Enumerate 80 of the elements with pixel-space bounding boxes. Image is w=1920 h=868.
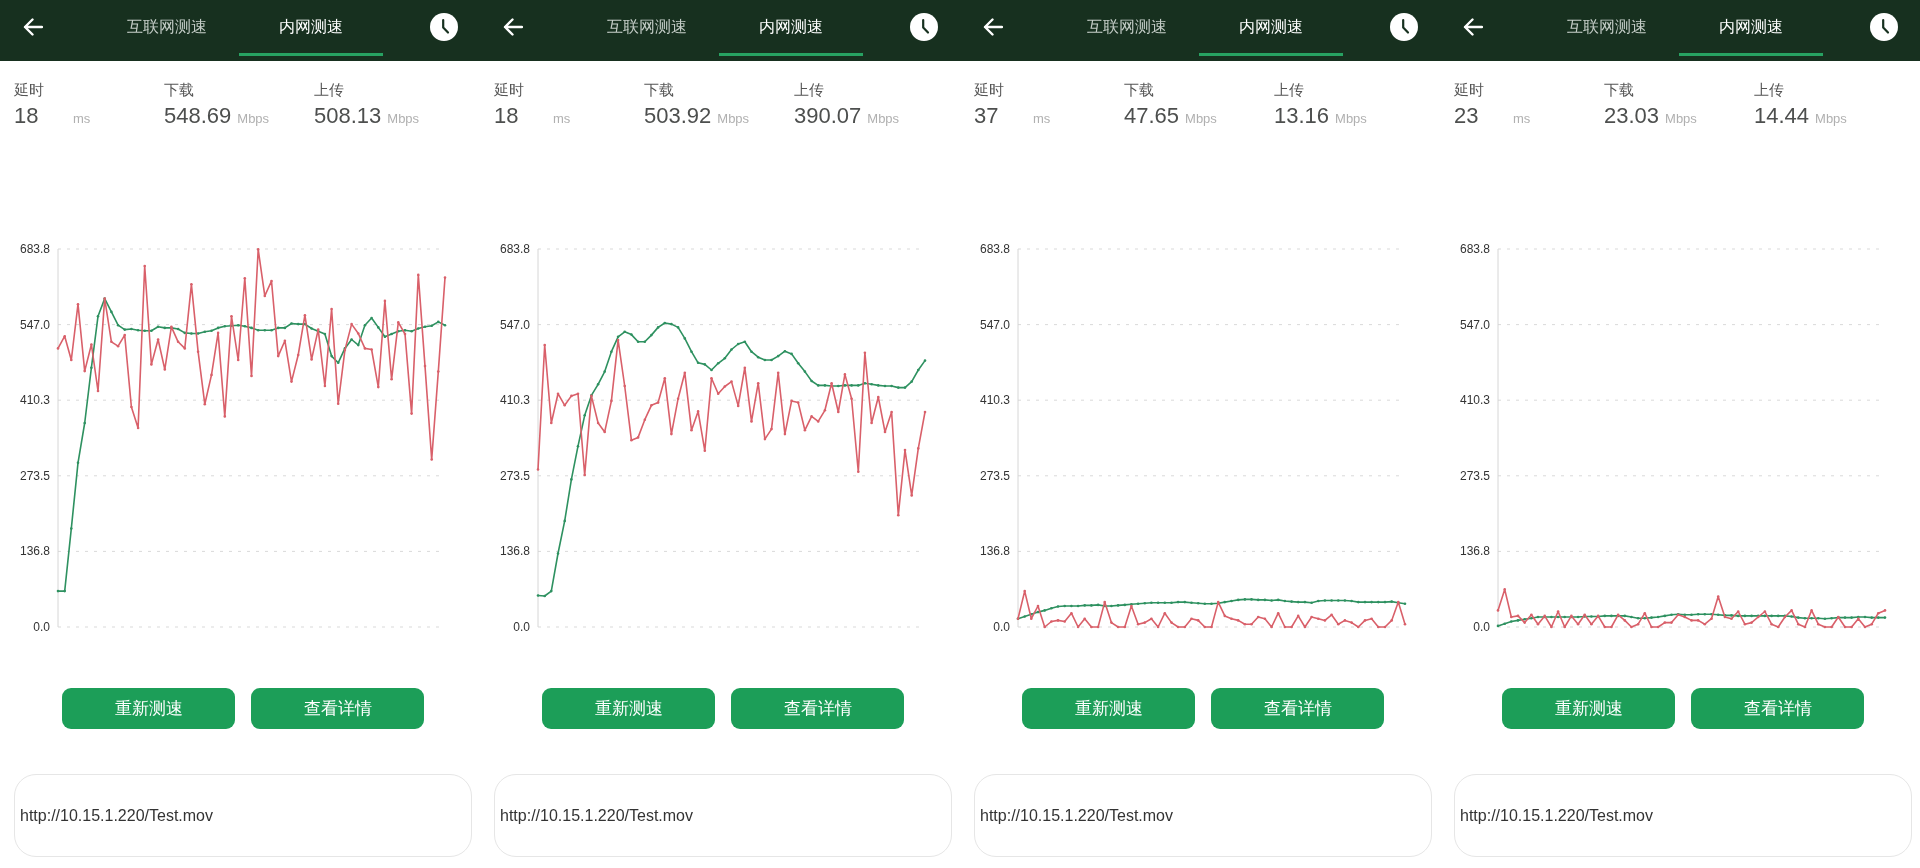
- axis-tick-label: 410.3: [1459, 393, 1490, 408]
- tab[interactable]: 内网测速: [1679, 0, 1823, 56]
- axis-tick-label: 136.8: [499, 544, 530, 559]
- axis-tick-label: 410.3: [19, 393, 50, 408]
- stat-unit: Mbps: [387, 111, 420, 127]
- url-field[interactable]: http://10.15.1.220/Test.mov: [494, 774, 952, 857]
- stat-value: 23.03: [1604, 103, 1660, 129]
- stat-unit: Mbps: [867, 111, 900, 127]
- url-field[interactable]: http://10.15.1.220/Test.mov: [1454, 774, 1912, 857]
- clock-icon[interactable]: [910, 13, 938, 41]
- axis-tick-label: 0.0: [513, 620, 530, 634]
- stat-unit: ms: [73, 111, 91, 127]
- stat-value: 390.07: [794, 103, 862, 129]
- axis-tick-label: 683.8: [19, 242, 50, 256]
- stat-value: 548.69: [164, 103, 232, 129]
- tab[interactable]: 内网测速: [239, 0, 383, 56]
- stat-unit: Mbps: [717, 111, 750, 127]
- stat-unit: Mbps: [1335, 111, 1367, 127]
- stat-unit: ms: [553, 111, 571, 127]
- stat-value: 13.16: [1274, 103, 1330, 129]
- axis-tick-label: 547.0: [979, 317, 1010, 332]
- stat-label: 下载: [644, 80, 674, 100]
- axis-tick-label: 547.0: [19, 317, 50, 332]
- tab[interactable]: 互联网测速: [575, 0, 719, 56]
- stat-value: 18: [494, 103, 520, 129]
- stat-label: 上传: [1274, 80, 1304, 100]
- stat-value: 14.44: [1754, 103, 1810, 129]
- axis-tick-label: 0.0: [1473, 620, 1490, 634]
- axis-tick-label: 273.5: [19, 468, 50, 483]
- stat-unit: ms: [1513, 111, 1531, 127]
- back-arrow-icon[interactable]: [503, 18, 523, 36]
- back-arrow-icon[interactable]: [983, 18, 1003, 36]
- stat-label: 延时: [494, 80, 524, 100]
- axis-tick-label: 273.5: [979, 468, 1010, 483]
- axis-tick-label: 547.0: [1459, 317, 1490, 332]
- back-arrow-icon[interactable]: [1463, 18, 1483, 36]
- axis-tick-label: 0.0: [33, 620, 50, 634]
- stat-label: 延时: [14, 80, 44, 100]
- url-field[interactable]: http://10.15.1.220/Test.mov: [974, 774, 1432, 857]
- tab[interactable]: 内网测速: [719, 0, 863, 56]
- stat-unit: Mbps: [237, 111, 270, 127]
- stat-label: 延时: [1454, 80, 1484, 100]
- axis-tick-label: 410.3: [979, 393, 1010, 408]
- tab[interactable]: 互联网测速: [1535, 0, 1679, 56]
- stat-label: 上传: [1754, 80, 1784, 100]
- axis-tick-label: 547.0: [499, 317, 530, 332]
- tab[interactable]: 互联网测速: [1055, 0, 1199, 56]
- url-field[interactable]: http://10.15.1.220/Test.mov: [14, 774, 472, 857]
- axis-tick-label: 0.0: [993, 620, 1010, 634]
- stat-label: 下载: [1604, 80, 1634, 100]
- axis-tick-label: 683.8: [499, 242, 530, 256]
- stat-value: 18: [14, 103, 40, 129]
- stat-unit: Mbps: [1185, 111, 1217, 127]
- stat-unit: Mbps: [1815, 111, 1847, 127]
- stat-value: 37: [974, 103, 1000, 129]
- stat-label: 延时: [974, 80, 1004, 100]
- clock-icon[interactable]: [1870, 13, 1898, 41]
- stat-unit: Mbps: [1665, 111, 1697, 127]
- axis-tick-label: 136.8: [19, 544, 50, 559]
- axis-tick-label: 273.5: [499, 468, 530, 483]
- axis-tick-label: 683.8: [979, 242, 1010, 256]
- stat-value: 47.65: [1124, 103, 1180, 129]
- axis-tick-label: 273.5: [1459, 468, 1490, 483]
- axis-tick-label: 136.8: [1459, 544, 1490, 559]
- axis-tick-label: 136.8: [979, 544, 1010, 559]
- stat-value: 508.13: [314, 103, 382, 129]
- back-arrow-icon[interactable]: [23, 18, 43, 36]
- clock-icon[interactable]: [1390, 13, 1418, 41]
- stat-value: 23: [1454, 103, 1480, 129]
- axis-tick-label: 410.3: [499, 393, 530, 408]
- tab[interactable]: 内网测速: [1199, 0, 1343, 56]
- tab[interactable]: 互联网测速: [95, 0, 239, 56]
- stat-unit: ms: [1033, 111, 1051, 127]
- stat-label: 上传: [794, 80, 824, 100]
- clock-icon[interactable]: [430, 13, 458, 41]
- stat-label: 下载: [164, 80, 194, 100]
- stat-label: 下载: [1124, 80, 1154, 100]
- axis-tick-label: 683.8: [1459, 242, 1490, 256]
- stat-label: 上传: [314, 80, 344, 100]
- stat-value: 503.92: [644, 103, 712, 129]
